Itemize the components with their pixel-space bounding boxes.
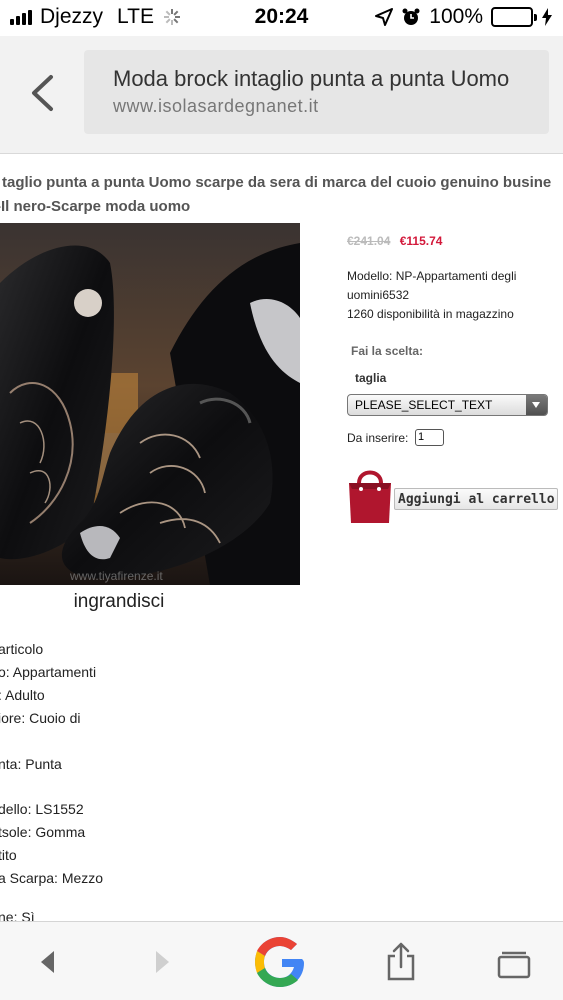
product-title-line: taglio punta a punta Uomo scarpe da sera…: [2, 174, 552, 191]
page-host: www.isolasardegnanet.it: [113, 96, 319, 116]
price-block: €241.04 €115.74: [347, 234, 442, 248]
dropdown-arrow-icon: [526, 395, 547, 415]
forward-arrow-icon[interactable]: [148, 922, 178, 1000]
detail-line: tito: [0, 847, 17, 863]
add-to-cart-label: Aggiungi al carrello: [394, 488, 558, 510]
detail-line: : Adulto: [0, 687, 45, 703]
stock-info: 1260 disponibilità in magazzino: [347, 307, 514, 321]
charging-icon: [542, 8, 552, 26]
location-icon: [375, 8, 394, 26]
google-logo-icon[interactable]: [252, 922, 310, 1000]
price-new: €115.74: [399, 234, 443, 248]
product-title: taglio punta a punta Uomo scarpe da sera…: [0, 171, 563, 219]
choice-label: Fai la scelta:: [351, 344, 424, 358]
detail-line: o: Appartamenti: [0, 664, 97, 680]
price-old: €241.04: [347, 234, 391, 248]
size-label: taglia: [355, 371, 387, 385]
detail-line: tsole: Gomma: [0, 824, 86, 840]
shoe-photo: www.tiyafirenze.it: [0, 223, 300, 585]
detail-line: articolo: [0, 641, 44, 657]
web-page: taglio punta a punta Uomo scarpe da sera…: [0, 155, 563, 921]
browser-toolbar: [0, 921, 563, 1000]
quantity-input[interactable]: 1: [415, 429, 444, 446]
add-to-cart-button[interactable]: Aggiungi al carrello: [347, 467, 558, 527]
browser-header: Moda brock intaglio punta a punta Uomo w…: [0, 36, 563, 154]
detail-line: nta: Punta: [0, 756, 62, 772]
detail-line: dello: LS1552: [0, 801, 84, 817]
size-select-value: PLEASE_SELECT_TEXT: [355, 398, 493, 412]
chevron-left-icon[interactable]: [26, 74, 60, 112]
enlarge-link[interactable]: ingrandisci: [0, 591, 238, 613]
quantity-label: Da inserire:: [347, 431, 409, 445]
share-icon[interactable]: [384, 922, 418, 1000]
model-info: Modello: NP-Appartamenti degli uomini653…: [347, 269, 517, 302]
address-bar[interactable]: Moda brock intaglio punta a punta Uomo w…: [84, 50, 549, 134]
size-select[interactable]: PLEASE_SELECT_TEXT: [347, 394, 548, 416]
shopping-bag-icon: [349, 470, 391, 523]
detail-line: iore: Cuoio di: [0, 710, 81, 726]
battery-icon: [491, 7, 537, 27]
detail-line: ne: Sì: [0, 909, 35, 921]
product-title-line: -Il nero-Scarpe moda uomo: [0, 198, 191, 215]
back-arrow-icon[interactable]: [34, 922, 64, 1000]
tabs-icon[interactable]: [496, 922, 532, 1000]
image-watermark: www.tiyafirenze.it: [69, 569, 163, 583]
detail-line: a Scarpa: Mezzo: [0, 870, 104, 886]
alarm-icon: [402, 8, 420, 25]
page-title: Moda brock intaglio punta a punta Uomo: [113, 66, 510, 91]
battery-percent: 100%: [429, 5, 483, 28]
status-bar: Djezzy LTE 20:24 100%: [0, 0, 563, 36]
product-image[interactable]: www.tiyafirenze.it: [0, 223, 300, 585]
